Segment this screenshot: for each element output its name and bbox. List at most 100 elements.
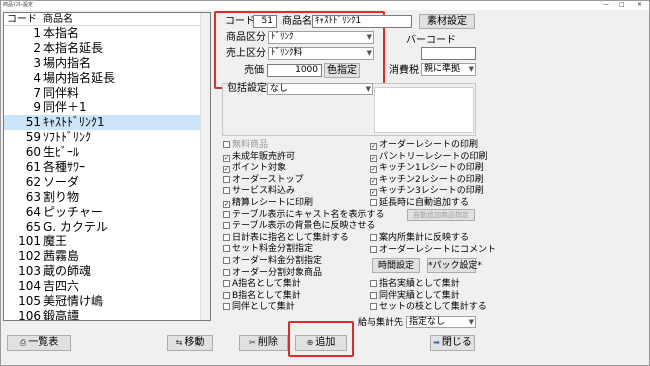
option-checkbox[interactable]: 同伴実績として集計 (370, 291, 460, 302)
option-checkbox[interactable]: ✓ 精算レシートに印刷 (223, 198, 313, 209)
option-checkbox[interactable]: 延長時に自動追加する (370, 198, 469, 209)
list-scrollbar[interactable] (200, 13, 210, 320)
category-value: ﾄﾞﾘﾝｸ (271, 32, 294, 42)
close-window-icon[interactable]: ✕ (637, 1, 642, 9)
column-code-header[interactable]: コード (4, 13, 43, 25)
list-item[interactable]: 1 本指名 (4, 26, 210, 41)
move-icon: ⇆ (175, 338, 183, 347)
item-name: 蔵の師魂 (43, 264, 92, 279)
checkbox-icon (223, 222, 230, 230)
auto-add-items-button[interactable]: 自動追加商品指定 (407, 209, 475, 221)
list-item[interactable]: 64 ピッチャー (4, 205, 210, 220)
option-label: キッチン1レシートの印刷 (379, 163, 484, 174)
option-checkbox[interactable]: B指名として集計 (223, 291, 301, 302)
item-code: 60 (25, 145, 41, 160)
move-button[interactable]: ⇆ 移動 (167, 335, 213, 351)
option-checkbox[interactable]: ✓ キッチン3レシートの印刷 (370, 186, 484, 197)
maximize-icon[interactable]: □ (619, 1, 625, 9)
barcode-field[interactable] (421, 47, 476, 60)
checkbox-icon (223, 233, 230, 241)
column-name-header[interactable]: 商品名 (43, 13, 73, 25)
delete-button[interactable]: ✂ 削除 (239, 335, 288, 351)
option-label: パントリーレシートの印刷 (379, 151, 488, 162)
list-item[interactable]: 4 場内指名延長 (4, 71, 210, 86)
list-item[interactable]: 9 同伴＋1 (4, 100, 210, 115)
list-item[interactable]: 59 ｿﾌﾄﾄﾞﾘﾝｸ (4, 130, 210, 145)
option-checkbox[interactable]: オーダー分割対象商品 (223, 268, 322, 279)
code-field[interactable]: 51 (253, 15, 277, 28)
option-checkbox[interactable]: セットの枝として集計する (370, 302, 487, 313)
inclusive-detail-area[interactable] (374, 87, 474, 133)
option-checkbox[interactable]: セット料金分割指定 (223, 244, 313, 255)
option-checkbox[interactable]: 日計表に指名として集計する (223, 233, 349, 244)
pack-settings-button[interactable]: *パック設定* (427, 258, 482, 273)
checkmark-icon: ✓ (223, 201, 230, 208)
list-item[interactable]: 65 G. カクテル (4, 220, 210, 235)
list-item[interactable]: 7 同伴料 (4, 86, 210, 101)
item-name: ソーダ (43, 174, 80, 189)
checkbox-icon (223, 245, 230, 253)
list-view-button[interactable]: ⎙ 一覧表 (7, 335, 71, 351)
list-header: コード 商品名 (4, 13, 210, 26)
list-item[interactable]: 60 生ﾋﾞｰﾙ (4, 145, 210, 160)
option-checkbox[interactable]: サービス料込み (223, 186, 295, 197)
option-checkbox[interactable]: オーダーレシートにコメント (370, 245, 496, 256)
color-select-button[interactable]: 色指定 (324, 63, 360, 78)
name-field[interactable]: ｷｬｽﾄﾄﾞﾘﾝｸ1 (312, 15, 412, 28)
list-item[interactable]: 101 魔王 (4, 234, 210, 249)
close-button[interactable]: ➡ 閉じる (430, 335, 475, 351)
list-item[interactable]: 103 蔵の師魂 (4, 264, 210, 279)
list-item[interactable]: 106 鍛高譚 (4, 309, 210, 320)
option-checkbox[interactable]: 同伴として集計 (223, 302, 295, 313)
option-checkbox[interactable]: ✓ ポイント対象 (223, 163, 286, 174)
option-label: 案内所集計に反映する (379, 233, 470, 243)
list-item[interactable]: 62 ソーダ (4, 175, 210, 190)
option-checkbox[interactable]: ✓ キッチン2レシートの印刷 (370, 175, 484, 186)
item-name: 本指名 (43, 26, 80, 40)
delete-label: 削除 (257, 337, 278, 348)
checkmark-icon: ✓ (370, 143, 377, 150)
inclusive-select[interactable]: なし ▼ (267, 83, 373, 95)
sales-category-select[interactable]: ﾄﾞﾘﾝｸ料 ▼ (268, 47, 374, 60)
option-checkbox[interactable]: テーブル表示の背景色に反映させる (223, 221, 375, 232)
option-checkbox[interactable]: ✓ オーダーレシートの印刷 (370, 140, 478, 151)
category-select[interactable]: ﾄﾞﾘﾝｸ ▼ (268, 31, 374, 44)
item-name: 魔王 (43, 234, 68, 249)
list-item[interactable]: 3 場内指名 (4, 56, 210, 71)
list-view-label: 一覧表 (28, 337, 59, 348)
move-label: 移動 (184, 337, 205, 348)
option-label: 未成年販売許可 (232, 151, 296, 162)
list-item[interactable]: 104 吉四六 (4, 279, 210, 294)
list-item[interactable]: 51 ｷｬｽﾄﾄﾞﾘﾝｸ1 (4, 115, 210, 131)
option-checkbox[interactable]: オーダー料金分割指定 (223, 256, 322, 267)
tax-select[interactable]: 親に準拠 ▼ (421, 63, 476, 76)
option-checkbox[interactable]: テーブル表示にキャスト名を表示する (223, 210, 384, 221)
option-checkbox[interactable]: オーダーストップ (223, 175, 304, 186)
delete-icon: ✂ (249, 338, 256, 347)
list-item[interactable]: 61 各種ｻﾜｰ (4, 160, 210, 175)
option-label: オーダー料金分割指定 (232, 256, 323, 266)
option-checkbox[interactable]: A指名として集計 (223, 279, 301, 290)
option-checkbox[interactable]: ✓ 未成年販売許可 (223, 152, 295, 163)
list-item[interactable]: 2 本指名延長 (4, 41, 210, 56)
minimize-icon[interactable]: — (603, 1, 609, 9)
list-item[interactable]: 105 美冠情け嶋 (4, 294, 210, 309)
product-list[interactable]: コード 商品名 1 本指名 2 本指名延長 3 場内指名 4 場内指名延長 7 同伴料 9 同伴＋1 5… (3, 12, 211, 321)
option-checkbox[interactable]: 案内所集計に反映する (370, 233, 469, 244)
material-settings-button[interactable]: 素材設定 (419, 14, 475, 29)
item-code: 3 (33, 55, 41, 70)
option-checkbox[interactable]: 無料商品 (223, 140, 268, 151)
inclusive-label: 包括設定 (227, 83, 267, 94)
list-item[interactable]: 63 割り物 (4, 190, 210, 205)
option-checkbox[interactable]: ✓ パントリーレシートの印刷 (370, 152, 487, 163)
checkbox-icon (223, 291, 230, 299)
list-item[interactable]: 102 茜霧島 (4, 249, 210, 264)
option-checkbox[interactable]: ✓ キッチン1レシートの印刷 (370, 163, 484, 174)
price-field[interactable]: 1000 (267, 64, 322, 77)
option-label: オーダーレシートにコメント (379, 244, 497, 255)
item-code: 64 (25, 204, 41, 219)
option-checkbox[interactable]: 指名実績として集計 (370, 279, 460, 290)
checkbox-icon (223, 268, 230, 276)
time-settings-button[interactable]: 時間設定 (372, 258, 420, 273)
salary-select[interactable]: 指定なし ▼ (406, 316, 476, 328)
